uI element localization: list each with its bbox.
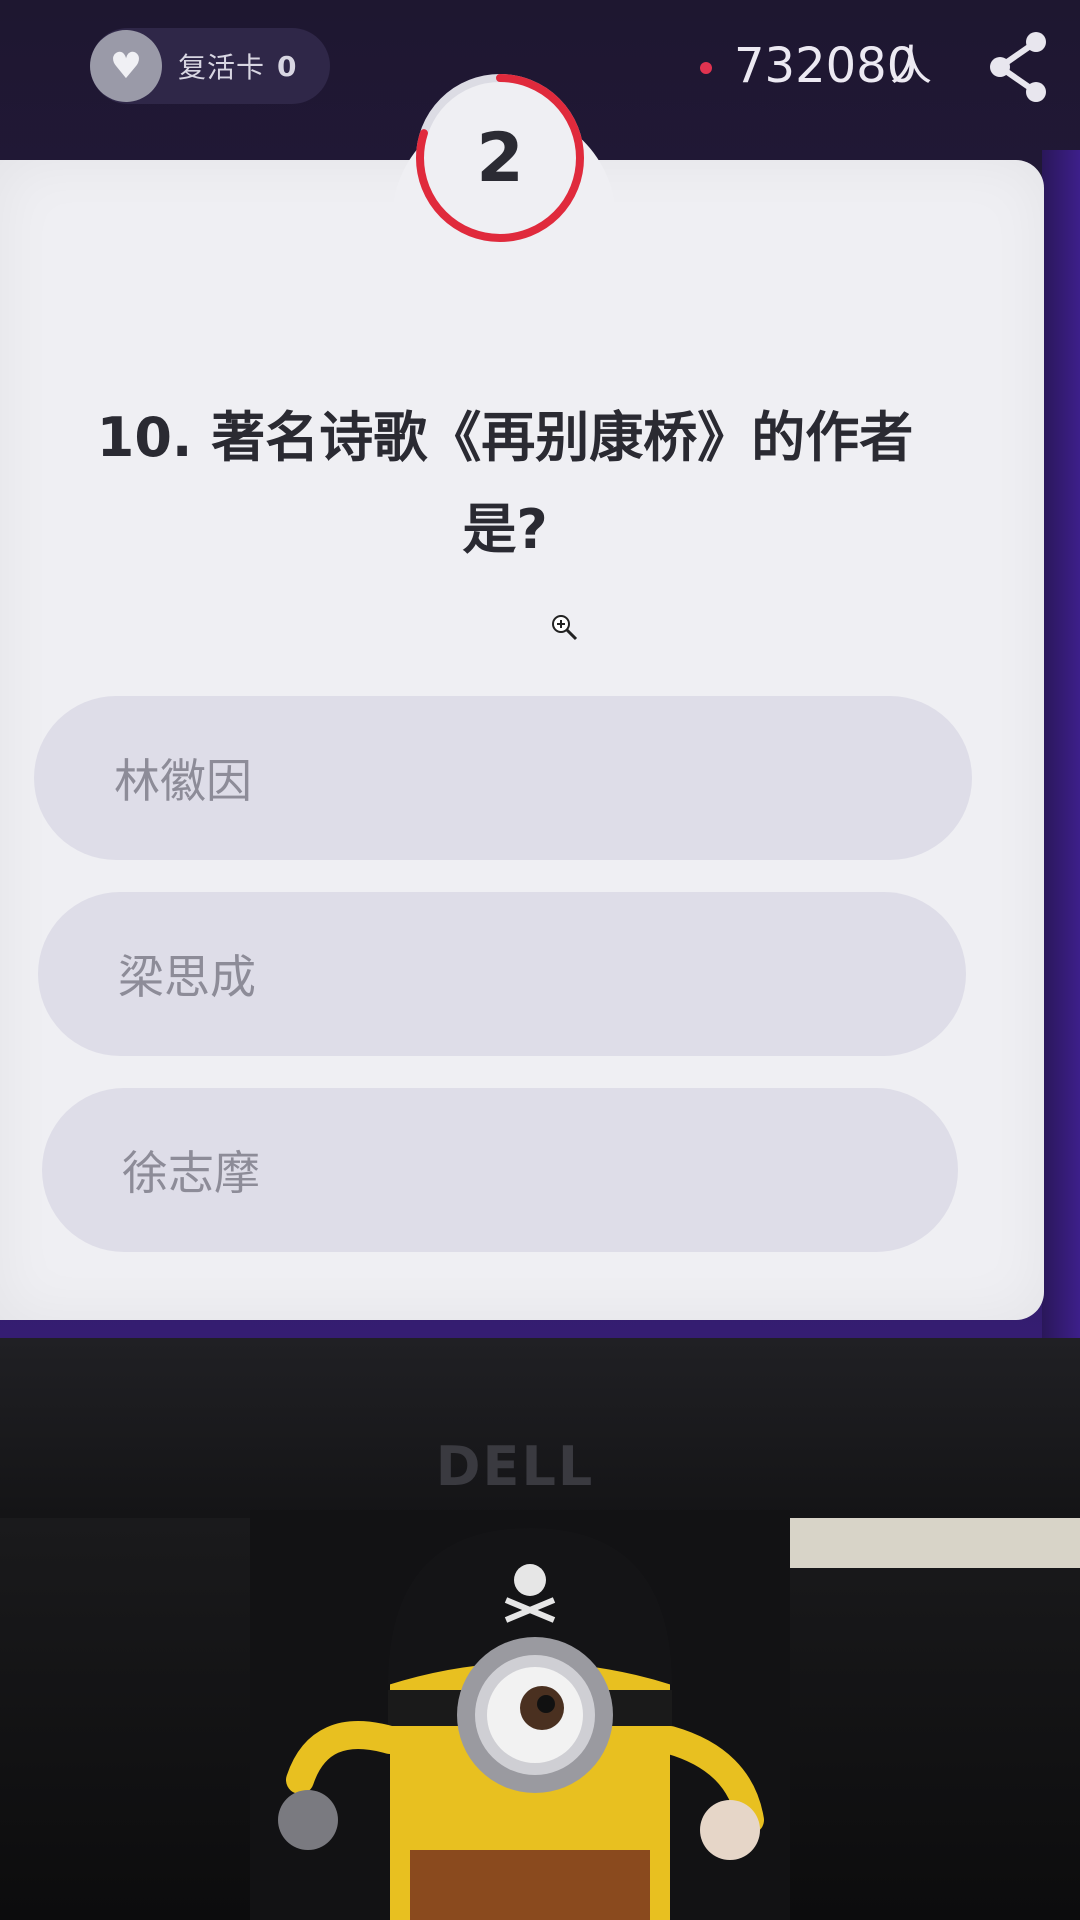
revive-card-label: 复活卡 (178, 51, 266, 84)
live-dot-icon (700, 62, 712, 74)
viewer-unit: 人 (890, 41, 933, 90)
heart-icon: ♥ (90, 30, 162, 102)
question-line-2: 是? (462, 498, 548, 561)
phone-screen: ♥ 复活卡 0 732080 人 2 10. 著名诗歌《再别康桥》的作者 是? … (0, 0, 1080, 1338)
answer-option-label: 徐志摩 (122, 1146, 260, 1200)
answer-option-label: 林徽因 (114, 754, 252, 808)
background-wall (780, 1518, 1080, 1568)
question-text: 10. 著名诗歌《再别康桥》的作者 是? (55, 392, 955, 576)
timer-value: 2 (476, 118, 524, 198)
answer-option-label: 梁思成 (118, 950, 256, 1004)
revive-card-count: 0 (277, 49, 297, 83)
share-icon[interactable] (986, 30, 1050, 104)
zoom-cursor-icon (552, 615, 578, 641)
dell-logo: DELL (435, 1435, 595, 1498)
answer-option-1[interactable]: 林徽因 (34, 696, 972, 860)
answer-option-2[interactable]: 梁思成 (38, 892, 966, 1056)
minion-figurine (278, 1528, 764, 1920)
answer-option-3[interactable]: 徐志摩 (42, 1088, 958, 1252)
screen-edge (1042, 150, 1080, 1338)
revive-card-pill[interactable]: ♥ 复活卡 0 (90, 28, 330, 104)
question-line-1: 10. 著名诗歌《再别康桥》的作者 (96, 406, 914, 469)
